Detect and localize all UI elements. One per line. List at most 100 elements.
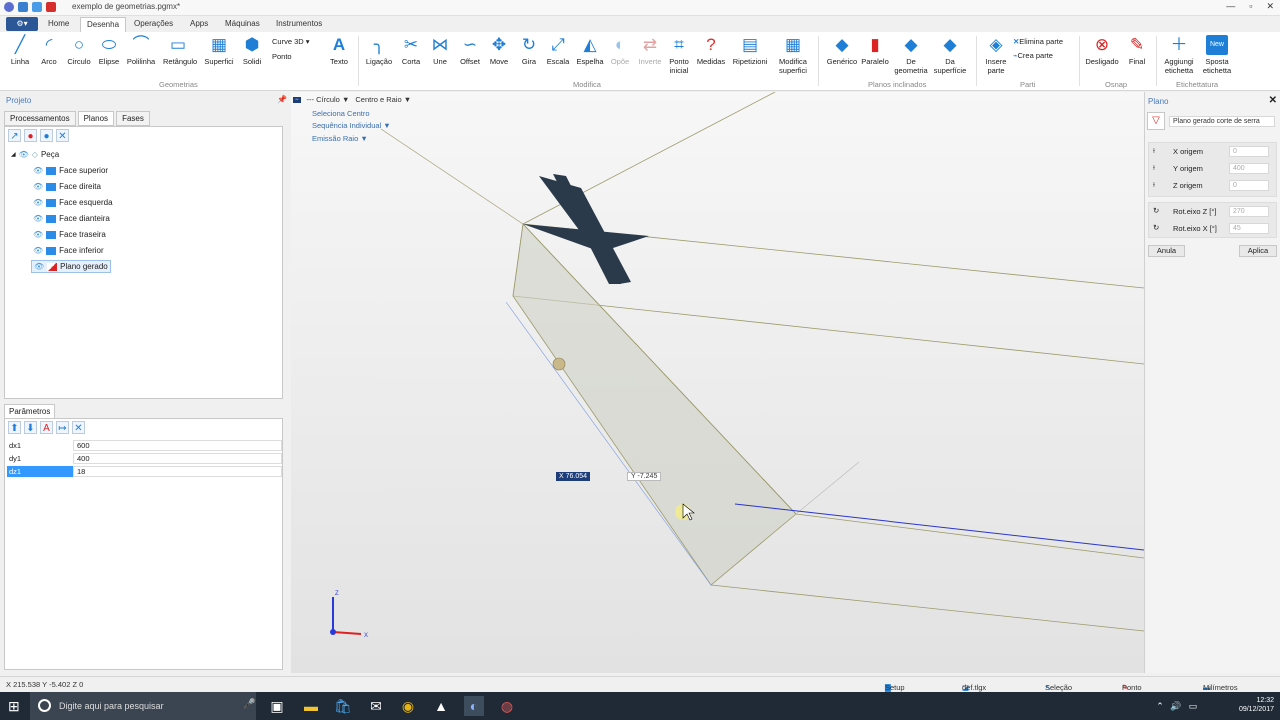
3d-viewport[interactable]: Z X − --- Círculo ▼ Centro e Raio ▼ Sele…: [291, 92, 1144, 673]
generic-plane-button[interactable]: ◆ Genérico: [825, 35, 859, 66]
param-value[interactable]: 600: [73, 440, 282, 451]
from-geometry-plane-button[interactable]: ◆ De geometria: [893, 35, 929, 75]
store-icon[interactable]: 🛍: [333, 696, 353, 716]
mirror-button[interactable]: ◭ Espelha: [575, 35, 605, 66]
delete-icon[interactable]: ✕: [56, 129, 69, 142]
param-value[interactable]: 18: [73, 466, 282, 477]
tab-operacoes[interactable]: Operações: [128, 17, 179, 32]
tree-item-face-direita[interactable]: 👁 Face direita: [33, 182, 101, 191]
ellipse-button[interactable]: ⬭ Elipse: [94, 35, 124, 66]
rotate-button[interactable]: ↻ Gira: [514, 35, 544, 66]
tree-root[interactable]: ◢ 👁 ◇ Peça: [11, 150, 59, 159]
repetitions-button[interactable]: ▤ Ripetizioni: [732, 35, 768, 66]
close-panel-button[interactable]: ✕: [1269, 95, 1277, 106]
x-coordinate-input[interactable]: X 76.054: [556, 472, 591, 481]
tab-planos[interactable]: Planos: [77, 111, 115, 126]
parallel-plane-button[interactable]: ▮ Paralelo: [860, 35, 890, 66]
plane-type-icon[interactable]: ▽: [1147, 112, 1165, 130]
param-row[interactable]: dy1 400: [7, 453, 282, 464]
osnap-end-button[interactable]: ✎ Final: [1122, 35, 1152, 66]
y-coordinate-input[interactable]: Y -7.245: [627, 472, 662, 481]
cut-button[interactable]: ✂ Corta: [396, 35, 426, 66]
microphone-icon[interactable]: 🎤: [243, 699, 255, 710]
move-label-button[interactable]: New Sposta etichetta: [1200, 35, 1234, 75]
eye-icon[interactable]: 👁: [33, 214, 43, 223]
plane-name-field[interactable]: Plano gerado corte de serra: [1169, 116, 1275, 127]
save-icon[interactable]: [18, 2, 28, 12]
param-row[interactable]: dz1 18: [7, 466, 282, 477]
curve3d-button[interactable]: Curve 3D ▾: [272, 37, 310, 46]
collapse-icon[interactable]: −: [293, 96, 301, 103]
maximize-button[interactable]: ▫: [1249, 1, 1252, 12]
taskbar-search[interactable]: Digite aqui para pesquisar 🎤: [30, 692, 256, 720]
network-icon[interactable]: ▭: [1183, 696, 1203, 716]
system-clock[interactable]: 12:32 09/12/2017: [1239, 696, 1274, 714]
arc-button[interactable]: ◜ Arco: [34, 35, 64, 66]
arrow-up-icon[interactable]: ⬆: [8, 421, 21, 434]
eye-icon[interactable]: 👁: [33, 246, 43, 255]
eye-icon[interactable]: 👁: [33, 230, 43, 239]
add-plane-icon[interactable]: ↗: [8, 129, 21, 142]
tab-instrumentos[interactable]: Instrumentos: [270, 17, 328, 32]
add-param-icon[interactable]: A: [40, 421, 53, 434]
eye-icon[interactable]: 👁: [19, 150, 29, 159]
modify-surfaces-button[interactable]: ▦ Modifica superfici: [776, 35, 810, 75]
open-icon[interactable]: [32, 2, 42, 12]
rot-z-input[interactable]: 270: [1229, 206, 1269, 217]
marker-alt-icon[interactable]: ●: [40, 129, 53, 142]
pdf-icon[interactable]: [46, 2, 56, 12]
start-point-button[interactable]: ⌗ Ponto inicial: [664, 35, 694, 75]
export-icon[interactable]: ↦: [56, 421, 69, 434]
individual-sequence-link[interactable]: Sequência Individual ▼: [312, 121, 391, 130]
tab-maquinas[interactable]: Máquinas: [219, 17, 266, 32]
windows-start-icon[interactable]: ⊞: [8, 698, 20, 715]
radius-emission-link[interactable]: Emissão Raio ▼: [312, 134, 368, 143]
media-app-icon[interactable]: ◍: [497, 696, 517, 716]
rot-x-input[interactable]: 45: [1229, 223, 1269, 234]
tree-item-face-dianteira[interactable]: 👁 Face dianteira: [33, 214, 110, 223]
mail-icon[interactable]: ✉: [366, 696, 386, 716]
arrow-down-icon[interactable]: ⬇: [24, 421, 37, 434]
tab-apps[interactable]: Apps: [184, 17, 214, 32]
marker-icon[interactable]: ●: [24, 129, 37, 142]
invert-button[interactable]: ⇄ Inverte: [635, 35, 665, 66]
circle-button[interactable]: ○ Circulo: [64, 35, 94, 66]
create-part-button[interactable]: ⌁Crea parte: [1013, 51, 1053, 60]
file-explorer-icon[interactable]: ▬: [301, 696, 321, 716]
apply-button[interactable]: Aplica: [1239, 245, 1277, 257]
measures-button[interactable]: ? Medidas: [696, 35, 726, 66]
close-button[interactable]: ✕: [1266, 1, 1274, 12]
tab-home[interactable]: Home: [42, 17, 75, 32]
center-radius-dropdown[interactable]: Centro e Raio ▼: [355, 95, 411, 104]
delete-icon[interactable]: ✕: [72, 421, 85, 434]
delete-part-button[interactable]: ✕Elimina parte: [1013, 37, 1063, 46]
tree-item-face-esquerda[interactable]: 👁 Face esquerda: [33, 198, 113, 207]
move-button[interactable]: ✥ Move: [484, 35, 514, 66]
osnap-off-button[interactable]: ⊗ Desligado: [1084, 35, 1120, 66]
link-button[interactable]: ╮ Ligação: [364, 35, 394, 66]
tree-item-face-traseira[interactable]: 👁 Face traseira: [33, 230, 106, 239]
solid-button[interactable]: ⬢ Solidi: [237, 35, 267, 66]
oppose-button[interactable]: ◐ Opõe: [605, 35, 635, 66]
param-value[interactable]: 400: [73, 453, 282, 464]
collapse-icon[interactable]: ◢: [11, 151, 16, 158]
cad-app-icon[interactable]: ◐: [464, 696, 484, 716]
line-button[interactable]: ╱ Linha: [5, 35, 35, 66]
tab-processamentos[interactable]: Processamentos: [4, 111, 76, 126]
pin-icon[interactable]: 📌: [277, 95, 287, 104]
tab-fases[interactable]: Fases: [116, 111, 150, 126]
from-surface-plane-button[interactable]: ◆ Da superfície: [932, 35, 968, 75]
y-origin-input[interactable]: 400: [1229, 163, 1269, 174]
param-row[interactable]: dx1 600: [7, 440, 282, 451]
cancel-button[interactable]: Anula: [1148, 245, 1185, 257]
add-label-button[interactable]: ＋ Aggiungi etichetta: [1160, 35, 1198, 75]
photos-icon[interactable]: ▲: [431, 696, 451, 716]
join-button[interactable]: ⋈ Une: [425, 35, 455, 66]
x-origin-input[interactable]: 0: [1229, 146, 1269, 157]
params-tab[interactable]: Parâmetros: [4, 404, 56, 418]
rectangle-button[interactable]: ▭ Retângulo: [163, 35, 197, 66]
app-menu-button[interactable]: ⚙▾: [6, 17, 38, 31]
select-center-link[interactable]: Seleciona Centro: [312, 109, 370, 118]
point-button[interactable]: Ponto: [272, 52, 292, 61]
tree-item-face-inferior[interactable]: 👁 Face inferior: [33, 246, 104, 255]
